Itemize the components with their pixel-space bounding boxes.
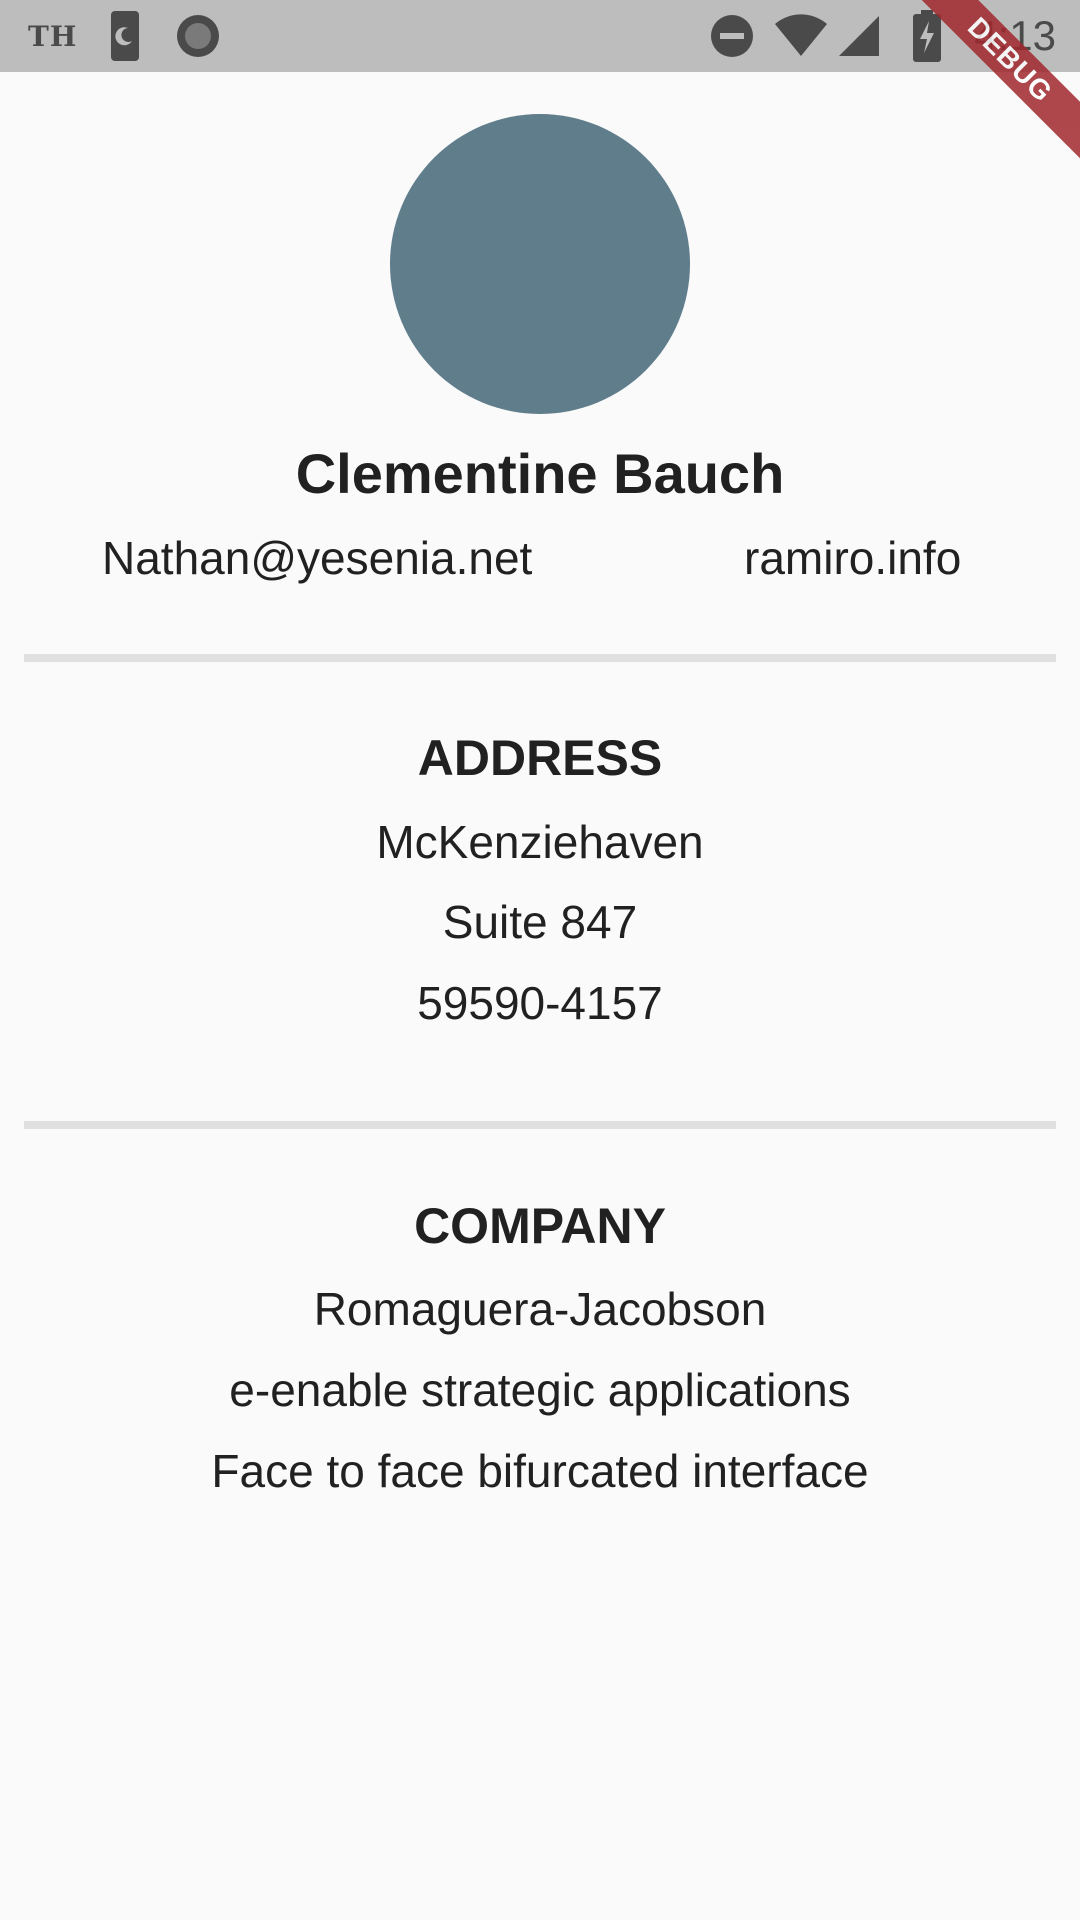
circle-icon <box>174 0 222 72</box>
phone-night-icon <box>108 0 142 72</box>
address-title: ADDRESS <box>417 730 663 786</box>
profile-screen: TH 4:13 DEBUG Clementine Bauch Nathan@ye… <box>0 0 1080 1920</box>
status-bar-time: 4:13 <box>974 12 1056 59</box>
do-not-disturb-icon <box>708 0 756 72</box>
website-text: ramiro.info <box>744 532 962 584</box>
cell-signal-icon <box>836 0 882 72</box>
wifi-icon <box>772 0 830 72</box>
address-zipcode: 59590-4157 <box>417 977 663 1029</box>
status-bar-label: TH <box>28 19 78 53</box>
company-name: Romaguera-Jacobson <box>313 1283 767 1335</box>
email-text: Nathan@yesenia.net <box>102 532 533 584</box>
company-title: COMPANY <box>414 1198 666 1254</box>
status-bar: TH 4:13 <box>0 0 1080 72</box>
divider <box>24 1121 1056 1129</box>
contact-row: Nathan@yesenia.net ramiro.info <box>0 528 1080 588</box>
address-suite: Suite 847 <box>442 896 638 948</box>
company-catch-phrase: Face to face bifurcated interface <box>211 1445 869 1497</box>
battery-charging-icon <box>910 0 944 72</box>
company-bs: e-enable strategic applications <box>229 1364 851 1416</box>
divider <box>24 654 1056 662</box>
user-name: Clementine Bauch <box>295 442 785 505</box>
address-city: McKenziehaven <box>376 816 704 868</box>
avatar <box>390 114 690 414</box>
